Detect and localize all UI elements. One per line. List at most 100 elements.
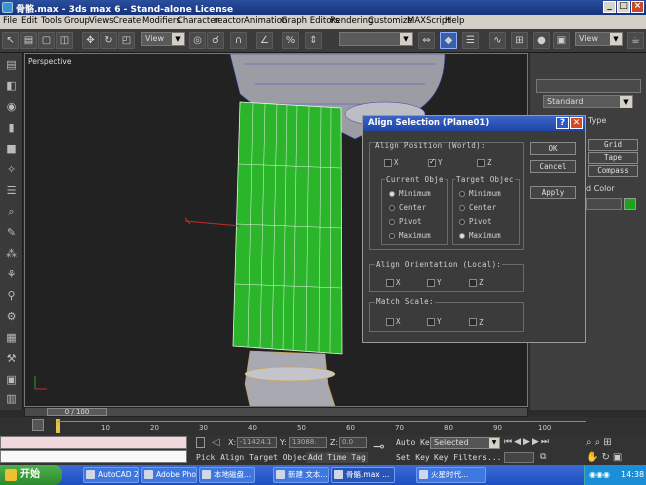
select-by-name-icon[interactable]: ▤	[20, 32, 37, 49]
set-key-button[interactable]: Set Key	[396, 453, 430, 462]
grid-button[interactable]: Grid	[588, 139, 638, 151]
zoom-controls[interactable]: ⌕⌕⊞	[586, 437, 615, 448]
patch-icon[interactable]: ▦	[3, 330, 20, 346]
start-button[interactable]: 开始	[0, 465, 62, 485]
menu-customize[interactable]: Customize	[368, 16, 413, 26]
mini-curve-icon[interactable]	[32, 419, 44, 431]
particle-icon[interactable]: ⁂	[3, 246, 20, 262]
apply-button[interactable]: Apply	[530, 186, 576, 199]
modify-icon[interactable]: ◧	[3, 78, 20, 94]
move-icon[interactable]: ✥	[82, 32, 99, 49]
curve-editor-icon[interactable]: ∿	[489, 32, 506, 49]
cancel-button[interactable]: Cancel	[530, 160, 576, 173]
playback-controls[interactable]: ⏮◀▶▶⏭	[504, 437, 551, 447]
current-maximum-radio[interactable]	[389, 233, 395, 239]
scale-x-checkbox[interactable]	[386, 318, 394, 326]
torus-icon[interactable]: ◉	[3, 99, 20, 115]
lock-selection-icon[interactable]	[196, 437, 205, 448]
task-autocad[interactable]: AutoCAD 2...	[83, 467, 139, 483]
scale-z-checkbox[interactable]	[469, 318, 477, 326]
helper-icon[interactable]: ⌕	[3, 204, 20, 220]
menu-file[interactable]: File	[3, 16, 17, 26]
current-center-radio[interactable]	[389, 205, 395, 211]
more-icon[interactable]: ▥	[3, 391, 20, 407]
app-icon[interactable]	[2, 2, 13, 13]
select-object-icon[interactable]: ↖	[2, 32, 19, 49]
mirror-icon[interactable]: ⇔	[418, 32, 435, 49]
time-config-icon[interactable]: ⧉	[540, 452, 546, 462]
pos-z-checkbox[interactable]	[477, 159, 485, 167]
key-mode-dropdown[interactable]: Selected ▼	[430, 437, 500, 449]
target-center-radio[interactable]	[459, 205, 465, 211]
pivot-center-icon[interactable]: ◎	[189, 32, 206, 49]
task-3dsmax[interactable]: 骨骼.max ...	[331, 467, 395, 483]
quick-render-icon[interactable]: ☕	[627, 32, 644, 49]
compound-icon[interactable]: ⚙	[3, 309, 20, 325]
percent-snap-icon[interactable]: %	[282, 32, 299, 49]
menu-rendering[interactable]: Rendering	[330, 16, 373, 26]
add-time-tag-button[interactable]: Add Time Tag	[306, 452, 368, 463]
help-button[interactable]: ?	[556, 117, 569, 129]
named-selection-dropdown[interactable]: ▼	[339, 32, 413, 46]
menu-group[interactable]: Group	[64, 16, 90, 26]
menu-edit[interactable]: Edit	[21, 16, 37, 26]
stack-icon[interactable]: ☰	[3, 183, 20, 199]
material-editor-icon[interactable]: ●	[533, 32, 550, 49]
snap-toggle-icon[interactable]: ∩	[230, 32, 247, 49]
select-manipulate-icon[interactable]: ☌	[207, 32, 224, 49]
box-icon[interactable]: ■	[3, 141, 20, 157]
ori-z-checkbox[interactable]	[469, 279, 477, 287]
ok-button[interactable]: OK	[530, 142, 576, 155]
key-icon[interactable]: ⊸	[373, 439, 385, 455]
rollout-type-label[interactable]: Type	[588, 116, 606, 125]
y-coordinate-field[interactable]: 13088.	[289, 437, 327, 448]
track-bar[interactable]: 0 10 20 30 40 50 60 70 80 90 100	[0, 417, 646, 435]
pan-orbit-controls[interactable]: ✋↻▣	[586, 452, 625, 463]
menu-character[interactable]: Character	[177, 16, 219, 26]
bone-icon[interactable]: ⚲	[3, 288, 20, 304]
maximize-button[interactable]: □	[617, 1, 630, 13]
menu-reactor[interactable]: reactor	[214, 16, 244, 26]
task-hxsd[interactable]: 火星时代...	[416, 467, 486, 483]
shape-icon[interactable]: ✧	[3, 162, 20, 178]
maxscript-output-mini[interactable]	[0, 450, 187, 463]
tray-icons[interactable]: ◉◉◉	[589, 470, 610, 479]
category-dropdown[interactable]: Standard ▼	[543, 95, 633, 108]
rect-selection-icon[interactable]: ▢	[38, 32, 55, 49]
menu-views[interactable]: Views	[89, 16, 114, 26]
minimize-button[interactable]: _	[603, 1, 616, 13]
x-coordinate-field[interactable]: -11424.1	[237, 437, 277, 448]
utility-icon[interactable]: ⚒	[3, 351, 20, 367]
render-type-dropdown[interactable]: View ▼	[575, 32, 623, 46]
reference-coord-dropdown[interactable]: View ▼	[141, 32, 185, 46]
ori-y-checkbox[interactable]	[427, 279, 435, 287]
target-pivot-radio[interactable]	[459, 219, 465, 225]
menu-help[interactable]: Help	[445, 16, 464, 26]
current-minimum-radio[interactable]	[389, 191, 395, 197]
schematic-view-icon[interactable]: ⊞	[511, 32, 528, 49]
light-icon[interactable]: ✎	[3, 225, 20, 241]
menu-modifiers[interactable]: Modifiers	[142, 16, 181, 26]
align-icon[interactable]: ◆	[440, 32, 457, 49]
cylinder-icon[interactable]: ▮	[3, 120, 20, 136]
window-crossing-icon[interactable]: ◫	[56, 32, 73, 49]
compass-button[interactable]: Compass	[588, 165, 638, 177]
space-warp-icon[interactable]: ⚘	[3, 267, 20, 283]
layer-manager-icon[interactable]: ☰	[462, 32, 479, 49]
pos-y-checkbox[interactable]	[428, 157, 436, 167]
command-tabs[interactable]	[536, 79, 641, 93]
key-filters-button[interactable]: Key Filters...	[434, 453, 501, 462]
pos-x-checkbox[interactable]	[384, 159, 392, 167]
target-minimum-radio[interactable]	[459, 191, 465, 197]
z-coordinate-field[interactable]: 0.0	[339, 437, 367, 448]
maxscript-listener-mini[interactable]	[0, 436, 187, 449]
task-text-file[interactable]: 新建 文本...	[273, 467, 329, 483]
close-window-button[interactable]: ×	[631, 1, 644, 13]
object-color-swatch[interactable]	[624, 198, 636, 210]
object-name-field[interactable]	[586, 198, 622, 210]
dialog-close-button[interactable]: ✕	[570, 117, 583, 129]
menu-create[interactable]: Create	[113, 16, 141, 26]
absolute-mode-icon[interactable]: ◁	[212, 437, 220, 448]
task-local-disk[interactable]: 本地磁盘...	[199, 467, 255, 483]
menu-tools[interactable]: Tools	[41, 16, 62, 26]
